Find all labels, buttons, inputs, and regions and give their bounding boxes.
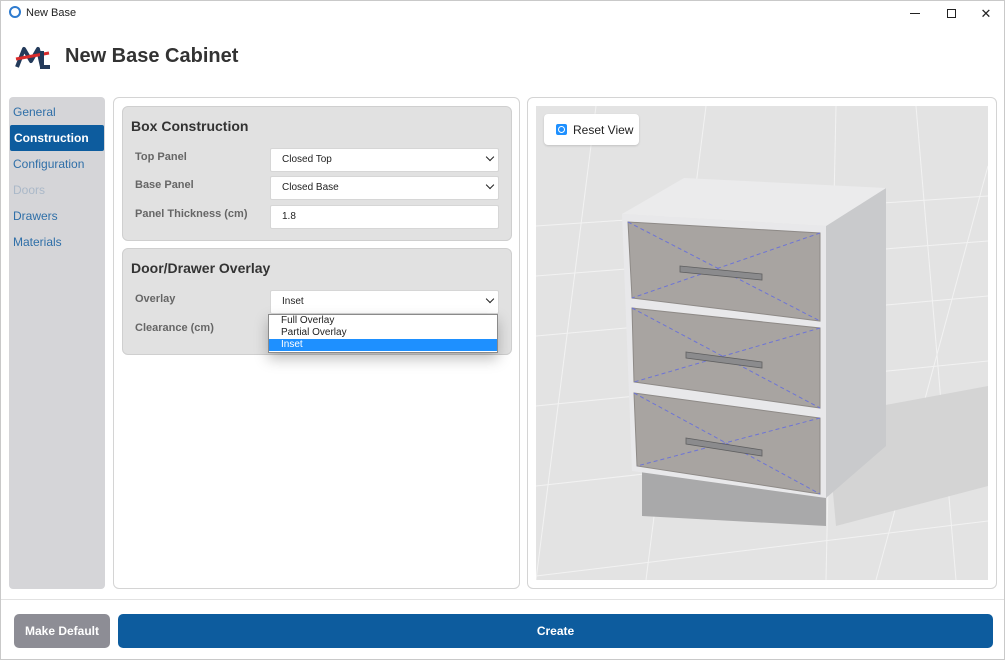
panel-thickness-label: Panel Thickness (cm) — [135, 208, 248, 220]
maximize-button[interactable] — [933, 1, 969, 26]
dropdown-option-partial-overlay[interactable]: Partial Overlay — [269, 327, 497, 339]
sidebar-item-doors: Doors — [13, 183, 46, 197]
sidebar: General Construction Configuration Doors… — [9, 97, 105, 589]
maximize-icon — [946, 9, 956, 18]
app-icon — [9, 6, 21, 18]
close-icon: ✕ — [980, 5, 992, 21]
top-panel-value: Closed Top — [282, 154, 332, 165]
clearance-label: Clearance (cm) — [135, 322, 214, 334]
cabinet-preview — [536, 106, 988, 580]
dropdown-option-full-overlay[interactable]: Full Overlay — [269, 315, 497, 327]
chevron-down-icon — [485, 152, 495, 162]
minimize-icon — [910, 13, 920, 14]
sidebar-item-materials[interactable]: Materials — [9, 229, 105, 255]
overlay-dropdown-list: Full Overlay Partial Overlay Inset — [268, 314, 498, 353]
base-panel-value: Closed Base — [282, 182, 339, 193]
app-window: New Base ✕ New Base Cabinet General Cons… — [0, 0, 1005, 660]
box-construction-group: Box Construction Top Panel Closed Top Ba… — [122, 106, 512, 241]
sidebar-item-configuration[interactable]: Configuration — [9, 151, 105, 177]
close-button[interactable]: ✕ — [968, 1, 1004, 26]
reset-view-icon — [556, 124, 567, 135]
viewport-panel: Reset View — [527, 97, 997, 589]
panel-thickness-value: 1.8 — [282, 211, 296, 222]
overlay-label: Overlay — [135, 293, 176, 305]
base-panel-label: Base Panel — [135, 179, 194, 191]
chevron-down-icon — [485, 294, 495, 304]
reset-view-label: Reset View — [573, 122, 634, 137]
group-title: Door/Drawer Overlay — [131, 260, 271, 276]
chevron-down-icon — [485, 180, 495, 190]
window-title: New Base — [26, 7, 77, 19]
page-title: New Base Cabinet — [65, 45, 239, 67]
cabinet-side — [826, 188, 886, 498]
3d-viewport[interactable]: Reset View — [536, 106, 988, 580]
create-button[interactable]: Create — [118, 614, 993, 648]
minimize-button[interactable] — [897, 1, 933, 26]
sidebar-item-general[interactable]: General — [9, 99, 105, 125]
sidebar-item-construction[interactable]: Construction — [10, 125, 104, 151]
base-panel-select[interactable]: Closed Base — [270, 176, 499, 200]
dropdown-option-inset[interactable]: Inset — [269, 339, 497, 351]
top-panel-select[interactable]: Closed Top — [270, 148, 499, 172]
group-title: Box Construction — [131, 118, 249, 134]
overlay-select[interactable]: Inset — [270, 290, 499, 314]
title-bar: New Base ✕ — [1, 1, 1004, 26]
panel-thickness-input[interactable]: 1.8 — [270, 205, 499, 229]
footer-divider — [1, 599, 1004, 600]
logo — [15, 47, 50, 69]
top-panel-label: Top Panel — [135, 151, 187, 163]
reset-view-button[interactable]: Reset View — [544, 114, 639, 145]
make-default-button[interactable]: Make Default — [14, 614, 110, 648]
overlay-value: Inset — [282, 296, 304, 307]
sidebar-item-drawers[interactable]: Drawers — [9, 203, 105, 229]
